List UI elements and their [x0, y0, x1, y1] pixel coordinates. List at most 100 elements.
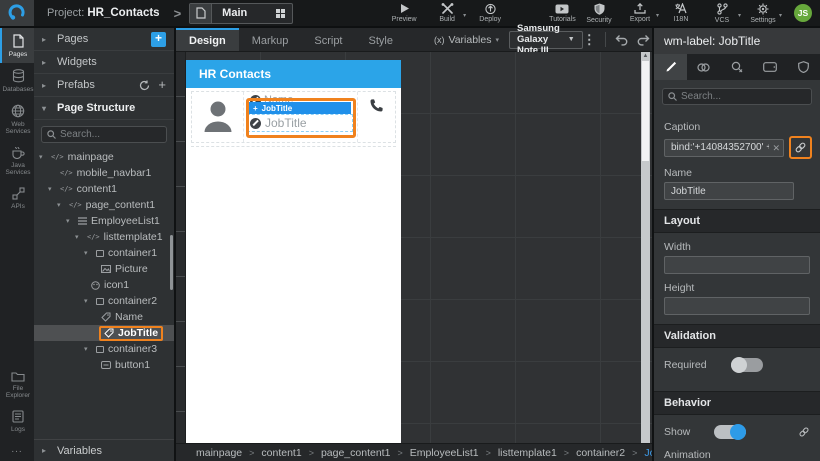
- mobile-navbar[interactable]: HR Contacts: [186, 60, 401, 88]
- layout-section-header[interactable]: Layout: [654, 209, 820, 233]
- rail-item-apis[interactable]: APIs: [0, 181, 34, 215]
- tree-item-mainpage[interactable]: ▾ </> mainpage: [34, 149, 174, 165]
- deploy-button[interactable]: Deploy: [477, 3, 503, 23]
- tree-item-container2[interactable]: ▾ container2: [34, 293, 174, 309]
- tree-item-icon1[interactable]: icon1: [34, 277, 174, 293]
- breadcrumb-item[interactable]: container2: [576, 447, 625, 459]
- tree-item-container1[interactable]: ▾ container1: [34, 245, 174, 261]
- caret-down-icon[interactable]: ▾: [75, 233, 83, 241]
- tab-properties[interactable]: [654, 54, 688, 80]
- rail-item-pages[interactable]: Pages: [0, 28, 34, 63]
- caret-down-icon[interactable]: ▾: [42, 104, 51, 113]
- tree-item-button1[interactable]: button1: [34, 357, 174, 373]
- settings-button[interactable]: Settings ▾: [750, 3, 782, 24]
- undo-button[interactable]: [615, 34, 628, 46]
- variables-button[interactable]: (x) Variables ▾: [434, 28, 499, 51]
- caret-right-icon[interactable]: ▸: [42, 35, 51, 44]
- design-canvas[interactable]: HR Contacts Name + JobTitle JobTitle ▲: [176, 52, 652, 443]
- tab-device[interactable]: [754, 54, 787, 80]
- tab-script[interactable]: Script: [301, 28, 355, 51]
- preview-button[interactable]: Preview: [391, 3, 417, 23]
- phone-preview[interactable]: HR Contacts Name + JobTitle JobTitle: [186, 60, 401, 443]
- tree-item-mobile-navbar1[interactable]: </> mobile_navbar1: [34, 165, 174, 181]
- height-input[interactable]: [664, 297, 810, 315]
- breadcrumb-item[interactable]: listtemplate1: [498, 447, 557, 459]
- rail-item-web-services[interactable]: Web Services: [0, 98, 34, 140]
- caret-down-icon[interactable]: ▾: [48, 185, 56, 193]
- picture-widget[interactable]: [192, 92, 244, 142]
- tree-item-page-content1[interactable]: ▾ </> page_content1: [34, 197, 174, 213]
- structure-search-input[interactable]: [60, 129, 161, 140]
- section-prefabs[interactable]: ▸ Prefabs +: [34, 74, 174, 97]
- caret-down-icon[interactable]: ▾: [84, 345, 92, 353]
- caret-right-icon[interactable]: ▸: [42, 446, 51, 455]
- breadcrumb-item[interactable]: mainpage: [196, 447, 242, 459]
- caret-down-icon[interactable]: ▾: [84, 297, 92, 305]
- canvas-scrollbar[interactable]: ▲: [641, 52, 650, 443]
- tree-item-name[interactable]: Name: [34, 309, 174, 325]
- breadcrumb-item[interactable]: content1: [261, 447, 301, 459]
- tree-item-content1[interactable]: ▾ </> content1: [34, 181, 174, 197]
- rail-more-button[interactable]: ...: [0, 438, 34, 461]
- properties-search[interactable]: [662, 88, 812, 105]
- caret-down-icon[interactable]: ▾: [463, 12, 466, 19]
- tab-style[interactable]: Style: [356, 28, 406, 51]
- left-panel-scrollbar[interactable]: [170, 235, 173, 290]
- rail-item-databases[interactable]: Databases: [0, 63, 34, 98]
- scroll-up-icon[interactable]: ▲: [641, 53, 650, 59]
- tutorials-button[interactable]: Tutorials: [549, 4, 576, 23]
- required-toggle[interactable]: [730, 357, 763, 373]
- more-options-button[interactable]: ⋮: [583, 32, 596, 48]
- list-item-template[interactable]: Name + JobTitle JobTitle: [191, 91, 396, 143]
- properties-search-input[interactable]: [681, 91, 806, 102]
- caption-input[interactable]: [664, 138, 784, 157]
- structure-search[interactable]: [41, 126, 167, 143]
- behavior-section-header[interactable]: Behavior: [654, 391, 820, 415]
- user-avatar[interactable]: JS: [794, 4, 812, 22]
- rail-item-java-services[interactable]: Java Services: [0, 140, 34, 181]
- export-button[interactable]: Export ▾: [627, 3, 659, 23]
- width-input[interactable]: [664, 256, 810, 274]
- tab-markup[interactable]: Markup: [239, 28, 302, 51]
- call-button-widget[interactable]: [357, 92, 395, 142]
- rail-item-logs[interactable]: Logs: [0, 404, 34, 438]
- tree-item-jobtitle[interactable]: JobTitle: [34, 325, 174, 341]
- caret-down-icon[interactable]: ▾: [57, 201, 65, 209]
- rail-item-file-explorer[interactable]: File Explorer: [0, 365, 34, 404]
- tab-security[interactable]: [787, 54, 820, 80]
- name-input[interactable]: [664, 182, 794, 200]
- caret-down-icon[interactable]: ▾: [656, 12, 659, 19]
- caret-down-icon[interactable]: ▾: [738, 12, 741, 19]
- clear-icon[interactable]: ✕: [772, 143, 780, 154]
- caret-down-icon[interactable]: ▾: [779, 12, 782, 19]
- caret-down-icon[interactable]: ▾: [84, 249, 92, 257]
- device-selector[interactable]: Samsung Galaxy Note III ▼: [508, 23, 583, 56]
- breadcrumb-item[interactable]: EmployeeList1: [410, 447, 479, 459]
- section-variables[interactable]: ▸ Variables: [34, 439, 174, 461]
- build-button[interactable]: Build ▾: [434, 3, 466, 23]
- canvas-scrollbar-thumb[interactable]: [642, 61, 649, 161]
- vcs-button[interactable]: VCS ▾: [709, 2, 741, 24]
- i18n-button[interactable]: I18N: [668, 3, 694, 23]
- refresh-icon[interactable]: [139, 80, 150, 91]
- caret-right-icon[interactable]: ▸: [42, 58, 51, 67]
- import-prefab-button[interactable]: +: [158, 78, 166, 91]
- caret-down-icon[interactable]: ▾: [66, 217, 74, 225]
- show-toggle[interactable]: [714, 424, 747, 440]
- section-widgets[interactable]: ▸ Widgets: [34, 51, 174, 74]
- tab-events[interactable]: [720, 54, 753, 80]
- chevron-right-icon[interactable]: >: [174, 6, 182, 21]
- tab-design[interactable]: Design: [176, 28, 239, 51]
- bind-show-link-icon[interactable]: [798, 426, 810, 438]
- validation-section-header[interactable]: Validation: [654, 324, 820, 348]
- tree-item-listtemplate1[interactable]: ▾ </> listtemplate1: [34, 229, 174, 245]
- pages-grid-icon[interactable]: [276, 8, 286, 18]
- caret-right-icon[interactable]: ▸: [42, 81, 51, 90]
- section-pages[interactable]: ▸ Pages +: [34, 28, 174, 51]
- caret-down-icon[interactable]: ▾: [39, 153, 47, 161]
- breadcrumb-item[interactable]: page_content1: [321, 447, 390, 459]
- redo-button[interactable]: [637, 34, 650, 46]
- section-page-structure[interactable]: ▾ Page Structure: [34, 97, 174, 120]
- wavemaker-logo[interactable]: [0, 0, 34, 26]
- page-selector[interactable]: Main: [189, 2, 294, 24]
